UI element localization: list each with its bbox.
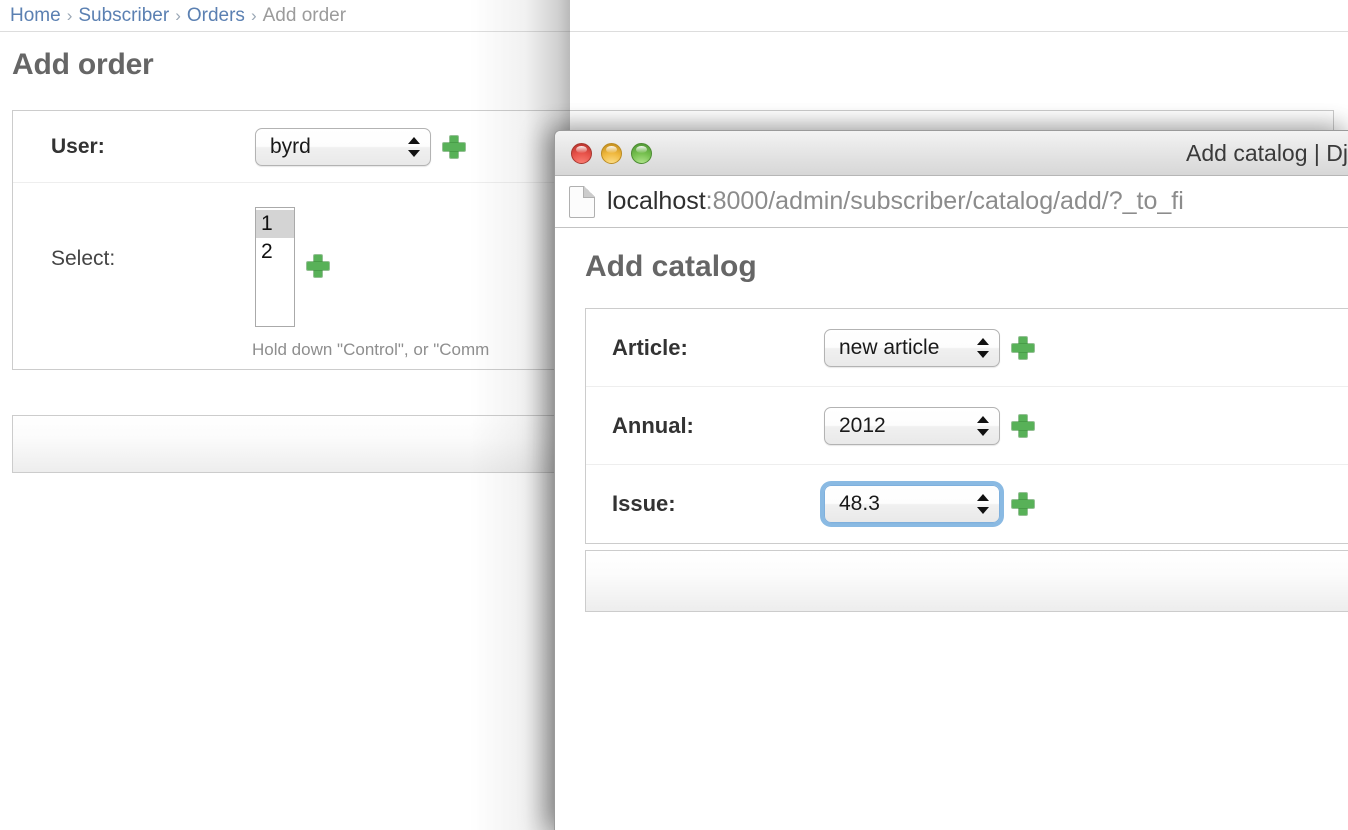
popup-submit-row	[585, 550, 1348, 612]
annual-select[interactable]: 2012	[824, 406, 1000, 445]
page-title: Add order	[12, 48, 154, 81]
user-select[interactable]: byrd	[255, 127, 431, 166]
chevron-updown-icon	[977, 337, 989, 359]
document-icon	[569, 185, 595, 218]
breadcrumb-link-subscriber[interactable]: Subscriber	[78, 5, 169, 27]
popup-page-body: Add catalog Article: new article Annual:…	[555, 228, 1348, 830]
url-host: localhost	[607, 187, 706, 215]
add-plus-icon[interactable]	[443, 135, 465, 158]
breadcrumb-separator: ›	[175, 5, 181, 25]
add-plus-icon[interactable]	[1012, 493, 1034, 515]
list-item[interactable]: 1	[256, 210, 294, 238]
url-path: :8000/admin/subscriber/catalog/add/?_to_…	[705, 187, 1184, 215]
list-item[interactable]: 2	[256, 238, 294, 266]
window-title: Add catalog | Dj	[555, 140, 1348, 167]
add-catalog-popup-window: Add catalog | Dj localhost:8000/admin/su…	[554, 130, 1348, 830]
add-plus-icon[interactable]	[307, 255, 329, 277]
breadcrumb-link-home[interactable]: Home	[10, 5, 61, 27]
add-plus-icon[interactable]	[1012, 414, 1034, 437]
window-titlebar[interactable]: Add catalog | Dj	[555, 131, 1348, 176]
url-text: localhost:8000/admin/subscriber/catalog/…	[607, 187, 1184, 216]
article-select[interactable]: new article	[824, 328, 1000, 367]
popup-page-title: Add catalog	[585, 250, 757, 283]
window-title-text: Add catalog | Dj	[1186, 139, 1348, 166]
issue-select-value: 48.3	[839, 492, 880, 515]
breadcrumb: Home › Subscriber › Orders › Add order	[0, 0, 1348, 32]
breadcrumb-current-add-order: Add order	[262, 4, 347, 26]
select-label: Select:	[51, 247, 116, 270]
breadcrumb-separator: ›	[66, 5, 73, 25]
add-catalog-form-module: Article: new article Annual: 2012 Issue:…	[585, 308, 1348, 544]
annual-label: Annual:	[612, 412, 694, 438]
breadcrumb-separator: ›	[250, 5, 257, 25]
article-select-value: new article	[839, 335, 940, 359]
chevron-updown-icon	[977, 493, 989, 515]
user-select-value: byrd	[270, 134, 311, 158]
form-row-annual: Annual: 2012	[586, 387, 1348, 465]
article-label: Article:	[612, 334, 688, 360]
user-label: User:	[51, 134, 105, 158]
form-row-article: Article: new article	[586, 309, 1348, 387]
issue-label: Issue:	[612, 491, 676, 516]
breadcrumb-link-orders[interactable]: Orders	[187, 5, 245, 27]
select-help-text: Hold down "Control", or "Comm	[252, 340, 490, 359]
select-multiselect[interactable]: 1 2	[255, 207, 295, 327]
annual-select-value: 2012	[839, 413, 886, 437]
url-bar[interactable]: localhost:8000/admin/subscriber/catalog/…	[555, 176, 1348, 228]
form-row-issue: Issue: 48.3	[586, 465, 1348, 543]
chevron-updown-icon	[977, 415, 989, 437]
issue-select[interactable]: 48.3	[824, 485, 1000, 523]
add-plus-icon[interactable]	[1012, 336, 1034, 359]
chevron-updown-icon	[408, 136, 420, 158]
